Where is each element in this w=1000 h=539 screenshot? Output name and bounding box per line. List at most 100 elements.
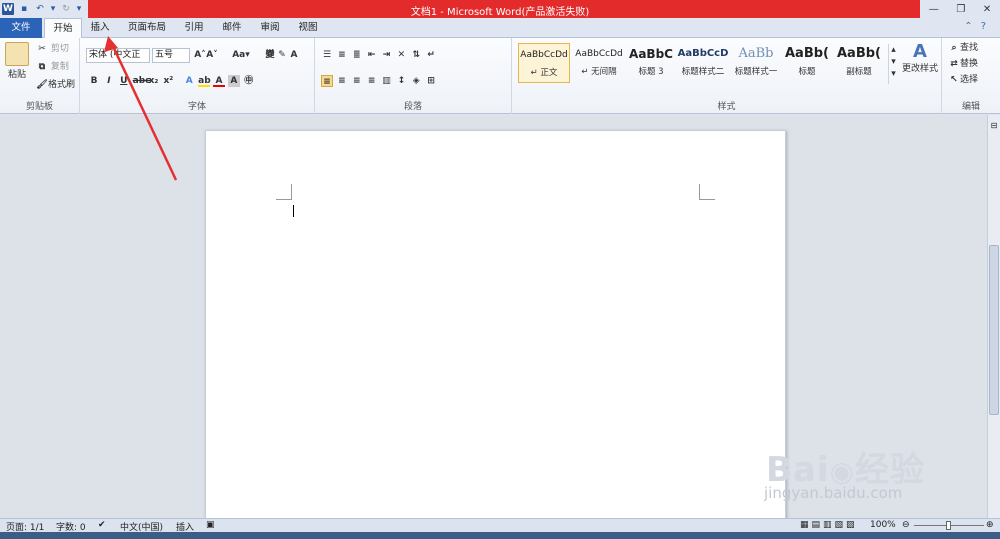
tab-mailings[interactable]: 邮件: [216, 18, 248, 38]
tab-view[interactable]: 视图: [292, 18, 324, 38]
format-painter-button[interactable]: 🖌格式刷: [36, 78, 75, 92]
distributed-icon[interactable]: ▥: [381, 75, 393, 87]
strikethrough-icon[interactable]: abc: [133, 75, 151, 87]
italic-icon[interactable]: I: [103, 75, 115, 87]
justify-icon[interactable]: ≡: [366, 75, 378, 87]
decrease-indent-icon[interactable]: ⇤: [366, 49, 378, 61]
paste-button[interactable]: 粘贴: [8, 68, 26, 82]
change-case-icon: Aa▾: [232, 49, 250, 60]
borders-icon[interactable]: ⊞: [425, 75, 437, 87]
style-subtitle[interactable]: AaBb( 副标题: [834, 43, 884, 83]
vertical-scrollbar[interactable]: ⊟: [987, 115, 1000, 518]
restore-icon[interactable]: ❐: [956, 4, 965, 15]
zoom-out-icon[interactable]: ⊖: [902, 520, 910, 530]
tab-references[interactable]: 引用: [178, 18, 210, 38]
style-normal[interactable]: AaBbCcDd ↵ 正文: [518, 43, 570, 83]
show-marks-icon[interactable]: ↵: [425, 49, 437, 61]
zoom-level[interactable]: 100%: [870, 520, 896, 530]
highlight-icon[interactable]: ab: [198, 75, 211, 87]
underline-icon[interactable]: U: [118, 75, 130, 87]
styles-group: AaBbCcDd ↵ 正文 AaBbCcDd ↵ 无间隔 AaBbC 标题 3 …: [512, 38, 942, 114]
styles-scroll[interactable]: ▴ ▾ ▾: [888, 44, 898, 84]
line-spacing-icon[interactable]: ↕: [395, 75, 407, 87]
char-border-icon[interactable]: A: [288, 49, 300, 61]
font-size-combo[interactable]: 五号: [152, 48, 190, 63]
zoom-in-icon[interactable]: ⊕: [986, 520, 994, 530]
style-heading-style-2[interactable]: AaBbCcD 标题样式二: [676, 43, 730, 83]
style-title[interactable]: AaBb( 标题: [782, 43, 832, 83]
sort-icon[interactable]: ⇅: [410, 49, 422, 61]
numbering-icon[interactable]: ≡: [336, 49, 348, 61]
title-bar: W ▪ ↶ ▾ ↻ ▾ 文档1 - Microsoft Word(产品激活失败)…: [0, 0, 1000, 18]
select-button[interactable]: ↖ 选择: [948, 73, 978, 87]
paragraph-label: 段落: [403, 102, 422, 112]
replace-icon: ⇄: [950, 58, 958, 69]
tab-review[interactable]: 审阅: [254, 18, 286, 38]
macro-icon[interactable]: ▣: [206, 520, 215, 530]
font-size-buttons: A˄A˅: [194, 48, 218, 62]
margin-mark-left: [276, 184, 292, 200]
styles-label: 样式: [717, 102, 736, 112]
clipboard-group: 粘贴 ✂ 剪切 ⧉ 复制 🖌格式刷 剪贴板: [0, 38, 80, 114]
style-no-spacing[interactable]: AaBbCcDd ↵ 无间隔: [572, 43, 626, 83]
change-styles-icon: A: [913, 41, 927, 62]
multilevel-list-icon[interactable]: ≣: [351, 49, 363, 61]
margin-mark-right: [699, 184, 715, 200]
editing-label: 编辑: [961, 102, 980, 112]
close-icon[interactable]: ✕: [983, 4, 991, 15]
font-group: 宋体 (中文正 五号 A˄A˅ Aa▾ 變 ✎ A B I U abc x₂ x² …: [80, 38, 315, 114]
shading-icon[interactable]: ◈: [410, 75, 422, 87]
font-color-icon[interactable]: A: [213, 75, 225, 87]
style-heading-3[interactable]: AaBbC 标题 3: [626, 43, 676, 83]
brush-icon: 🖌: [36, 79, 48, 90]
minimize-ribbon-icon[interactable]: ⌃: [964, 21, 980, 32]
tab-page-layout[interactable]: 页面布局: [122, 18, 172, 38]
scissors-icon: ✂: [38, 43, 46, 54]
help-icon[interactable]: ?: [981, 21, 994, 32]
replace-button[interactable]: ⇄ 替换: [948, 57, 978, 71]
status-bar: 页面: 1/1 字数: 0 ✔ 中文(中国) 插入 ▣ ▦▤▥▧▨ 100% ⊖…: [0, 518, 1000, 533]
minimize-icon[interactable]: —: [929, 4, 939, 15]
document-page[interactable]: [205, 130, 786, 530]
paragraph-group: ☰ ≡ ≣ ⇤ ⇥ ✕ ⇅ ↵ ≡ ≡ ≡ ≡ ▥ ↕ ◈ ⊞ 段落: [315, 38, 512, 114]
chinese-layout-icon[interactable]: ✕: [395, 49, 407, 61]
grow-font-icon[interactable]: A˄: [194, 49, 206, 61]
phonetic-guide-icon[interactable]: 變: [264, 49, 276, 61]
subscript-icon[interactable]: x₂: [148, 75, 160, 87]
superscript-icon[interactable]: x²: [162, 75, 174, 87]
find-icon: ⌕: [951, 42, 957, 53]
align-left-icon[interactable]: ≡: [321, 74, 333, 87]
copy-button[interactable]: ⧉ 复制: [36, 60, 69, 74]
scroll-thumb[interactable]: [989, 245, 999, 415]
tab-home[interactable]: 开始: [44, 18, 82, 39]
clear-format-icon[interactable]: ✎: [276, 49, 288, 61]
char-shading-icon[interactable]: A: [227, 74, 240, 87]
increase-indent-icon[interactable]: ⇥: [381, 49, 393, 61]
change-styles-button[interactable]: A 更改样式: [900, 42, 940, 82]
copy-icon: ⧉: [38, 61, 46, 72]
font-extras: 變 ✎ A: [264, 48, 300, 62]
enclose-char-icon[interactable]: ㊥: [243, 75, 255, 87]
tab-file[interactable]: 文件: [0, 18, 42, 38]
text-effects-icon[interactable]: A: [183, 75, 195, 87]
proofing-icon[interactable]: ✔: [98, 520, 106, 530]
view-buttons[interactable]: ▦▤▥▧▨: [800, 520, 858, 530]
font-name-combo[interactable]: 宋体 (中文正: [86, 48, 150, 63]
cut-button[interactable]: ✂ 剪切: [36, 42, 69, 56]
ribbon: 粘贴 ✂ 剪切 ⧉ 复制 🖌格式刷 剪贴板 宋体 (中文正 五号 A˄A˅ Aa…: [0, 38, 1000, 114]
find-button[interactable]: ⌕ 查找: [948, 41, 978, 55]
taskbar: [0, 532, 1000, 539]
style-heading-style-1[interactable]: AaBb 标题样式一: [730, 43, 782, 83]
change-case-button[interactable]: Aa▾: [232, 48, 250, 62]
paragraph-list-buttons: ☰ ≡ ≣ ⇤ ⇥ ✕ ⇅ ↵: [321, 48, 437, 62]
editing-group: ⌕ 查找 ⇄ 替换 ↖ 选择 编辑: [942, 38, 1000, 114]
shrink-font-icon[interactable]: A˅: [206, 49, 218, 61]
tab-insert[interactable]: 插入: [84, 18, 116, 38]
zoom-slider-thumb[interactable]: [946, 521, 951, 530]
paste-icon[interactable]: [5, 42, 29, 66]
bullets-icon[interactable]: ☰: [321, 49, 333, 61]
bold-icon[interactable]: B: [88, 75, 100, 87]
align-center-icon[interactable]: ≡: [336, 75, 348, 87]
ruler-toggle-icon[interactable]: ⊟: [989, 121, 999, 131]
align-right-icon[interactable]: ≡: [351, 75, 363, 87]
